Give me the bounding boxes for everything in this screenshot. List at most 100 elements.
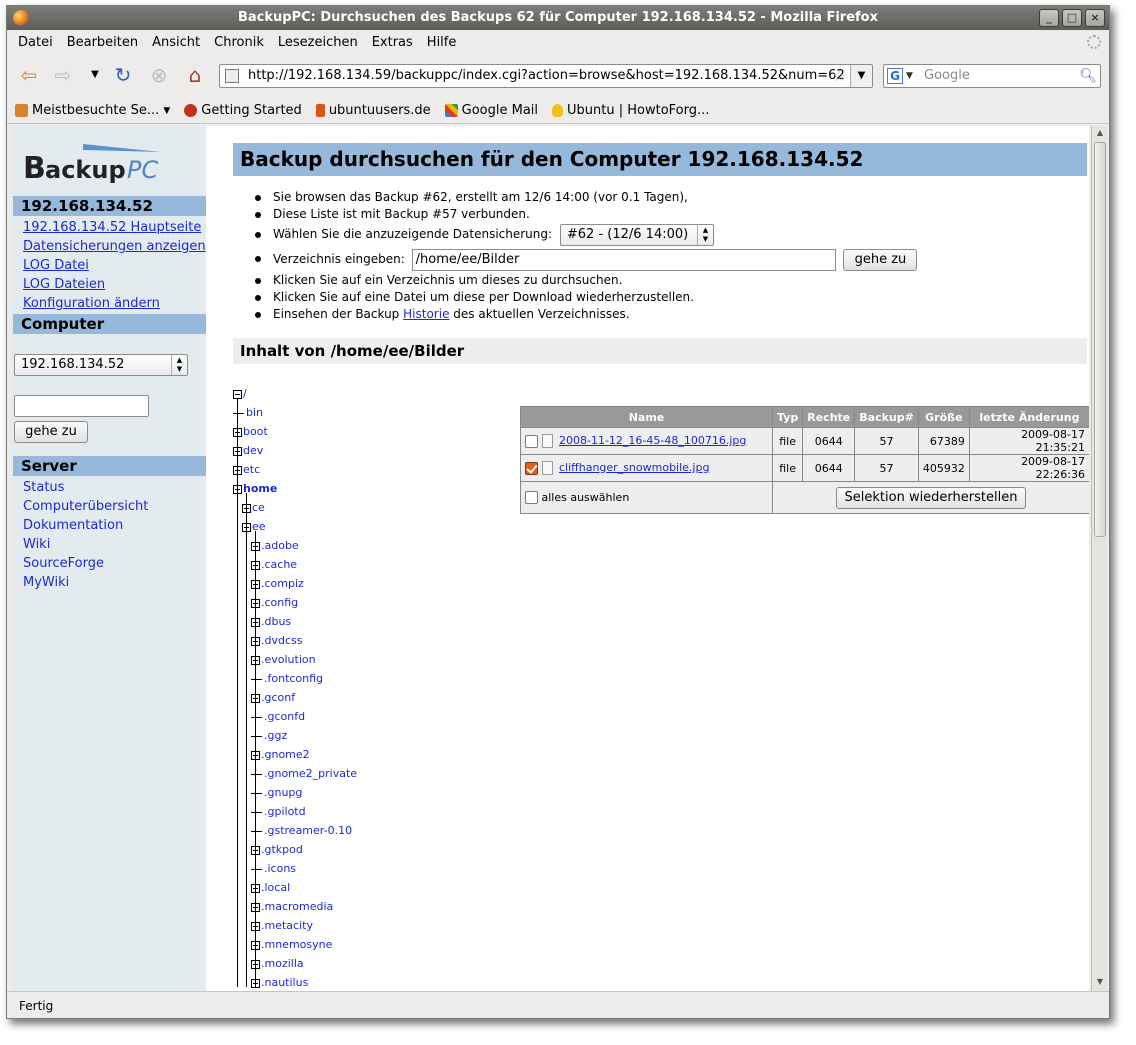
close-button[interactable]: ×: [1085, 9, 1105, 27]
col-type[interactable]: Typ: [771, 406, 804, 428]
tree-node[interactable]: .icons: [251, 859, 296, 878]
menu-chronik[interactable]: Chronik: [214, 35, 264, 50]
tree-node[interactable]: .local: [251, 878, 290, 897]
reload-icon[interactable]: ↻: [111, 64, 135, 86]
tree-node[interactable]: .metacity: [251, 916, 313, 935]
tree-node[interactable]: .gnupg: [251, 783, 302, 802]
col-name[interactable]: Name: [520, 406, 773, 428]
file-link[interactable]: 2008-11-12_16-45-48_100716.jpg: [559, 434, 746, 447]
col-size[interactable]: Größe: [917, 406, 970, 428]
host-summary-link[interactable]: Computerübersicht: [23, 499, 148, 514]
file-checkbox[interactable]: [525, 461, 538, 475]
bookmark-ubuntuusers[interactable]: ubuntuusers.de: [315, 103, 431, 118]
search-engine-dropdown-icon[interactable]: ▼: [906, 65, 913, 87]
log-file-link[interactable]: LOG Datei: [23, 258, 89, 273]
bookmark-star-icon[interactable]: ☆: [833, 65, 846, 87]
bookmark-getting-started[interactable]: Getting Started: [184, 103, 302, 118]
tree-node[interactable]: boot: [233, 422, 268, 441]
tree-node[interactable]: .compiz: [251, 574, 304, 593]
tree-node[interactable]: .mozilla: [251, 954, 304, 973]
show-backups-link[interactable]: Datensicherungen anzeigen: [23, 239, 206, 254]
site-identity-icon[interactable]: [225, 69, 239, 83]
tree-node[interactable]: .gtkpod: [251, 840, 303, 859]
mywiki-link[interactable]: MyWiki: [23, 575, 69, 590]
col-permissions[interactable]: Rechte: [802, 406, 856, 428]
menu-ansicht[interactable]: Ansicht: [152, 35, 200, 50]
tree-node[interactable]: .fontconfig: [251, 669, 323, 688]
search-icon[interactable]: 🔍︎: [1079, 65, 1097, 87]
backup-select[interactable]: #62 - (12/6 14:00) ▲ ▼: [559, 223, 714, 246]
minimize-button[interactable]: _: [1039, 9, 1059, 27]
scroll-down-icon[interactable]: ▼: [1094, 977, 1106, 989]
bookmark-howtoforge[interactable]: Ubuntu | HowtoForg...: [552, 103, 709, 118]
file-link[interactable]: cliffhanger_snowmobile.jpg: [559, 461, 709, 474]
host-text-input[interactable]: [14, 395, 149, 417]
tree-node[interactable]: .gnome2_private: [251, 764, 357, 783]
menu-extras[interactable]: Extras: [372, 35, 413, 50]
back-arrow-icon[interactable]: ⇦: [17, 64, 41, 86]
sourceforge-link[interactable]: SourceForge: [23, 556, 104, 571]
tree-node[interactable]: .nautilus: [251, 973, 308, 991]
directory-input[interactable]: /home/ee/Bilder: [411, 248, 836, 271]
bookmark-most-visited[interactable]: Meistbesuchte Se... ▼: [15, 103, 170, 118]
tree-node[interactable]: .dbus: [251, 612, 291, 631]
url-dropdown-icon[interactable]: ▼: [850, 65, 872, 87]
col-backup[interactable]: Backup#: [854, 406, 919, 428]
host-main-link[interactable]: 192.168.134.52 Hauptseite: [23, 220, 201, 235]
maximize-button[interactable]: □: [1062, 9, 1082, 27]
tree-node[interactable]: .macromedia: [251, 897, 333, 916]
select-all-checkbox[interactable]: [525, 491, 538, 505]
scrollbar-thumb[interactable]: [1094, 142, 1106, 537]
file-checkbox[interactable]: [525, 434, 538, 448]
tree-node[interactable]: .gconfd: [251, 707, 305, 726]
search-engine-icon[interactable]: G: [887, 68, 903, 84]
tree-node-root[interactable]: /: [233, 384, 247, 403]
restore-selection-button[interactable]: Selektion wiederherstellen: [836, 486, 1026, 509]
select-all-label: alles auswählen: [541, 490, 630, 504]
file-icon: [542, 461, 553, 475]
tree-node[interactable]: .adobe: [251, 536, 299, 555]
tree-node[interactable]: .evolution: [251, 650, 316, 669]
tree-leaf-line-icon: [251, 868, 262, 870]
window-title: BackupPC: Durchsuchen des Backups 62 für…: [237, 10, 878, 25]
tree-node[interactable]: .ggz: [251, 726, 287, 745]
tree-node[interactable]: .gpilotd: [251, 802, 306, 821]
forward-arrow-icon[interactable]: ⇨: [51, 64, 75, 86]
log-files-link[interactable]: LOG Dateien: [23, 277, 105, 292]
edit-config-link[interactable]: Konfiguration ändern: [23, 296, 160, 311]
history-suffix: des aktuellen Verzeichnisses.: [453, 307, 630, 321]
menu-lesezeichen[interactable]: Lesezeichen: [278, 35, 358, 50]
tree-node[interactable]: .dvdcss: [251, 631, 302, 650]
tree-node[interactable]: .mnemosyne: [251, 935, 332, 954]
scroll-up-icon[interactable]: ▲: [1094, 128, 1106, 140]
select-arrows-icon: ▲ ▼: [696, 224, 713, 245]
tree-node-label: .dbus: [261, 615, 292, 628]
home-icon[interactable]: ⌂: [183, 64, 207, 86]
search-bar[interactable]: G ▼ Google 🔍︎: [883, 64, 1101, 88]
tree-node-label: /: [243, 387, 247, 400]
history-link[interactable]: Historie: [403, 307, 449, 321]
bookmark-google-mail[interactable]: Google Mail: [444, 103, 538, 118]
stop-icon[interactable]: ⊗: [147, 64, 171, 86]
directory-go-button[interactable]: gehe zu: [843, 248, 918, 271]
vertical-scrollbar[interactable]: ▲ ▼: [1091, 126, 1107, 991]
col-modified[interactable]: letzte Änderung: [968, 406, 1089, 428]
menu-datei[interactable]: Datei: [18, 35, 53, 50]
tree-node[interactable]: .config: [251, 593, 298, 612]
status-link[interactable]: Status: [23, 480, 64, 495]
menu-hilfe[interactable]: Hilfe: [427, 35, 457, 50]
url-bar[interactable]: http://192.168.134.59/backuppc/index.cgi…: [219, 64, 873, 88]
tree-node[interactable]: .gnome2: [251, 745, 310, 764]
tree-node[interactable]: .gstreamer-0.10: [251, 821, 352, 840]
history-dropdown-icon[interactable]: ▼: [83, 64, 107, 86]
documentation-link[interactable]: Dokumentation: [23, 518, 123, 533]
file-backup-num: 57: [854, 454, 919, 482]
host-go-button[interactable]: gehe zu: [14, 421, 88, 443]
tree-node[interactable]: .cache: [251, 555, 297, 574]
contents-heading: Inhalt von /home/ee/Bilder: [233, 338, 1087, 364]
wiki-link[interactable]: Wiki: [23, 537, 50, 552]
menu-bearbeiten[interactable]: Bearbeiten: [67, 35, 138, 50]
host-select[interactable]: 192.168.134.52 ▲ ▼: [14, 354, 188, 376]
tree-node[interactable]: .gconf: [251, 688, 295, 707]
tree-node[interactable]: home: [233, 479, 277, 498]
